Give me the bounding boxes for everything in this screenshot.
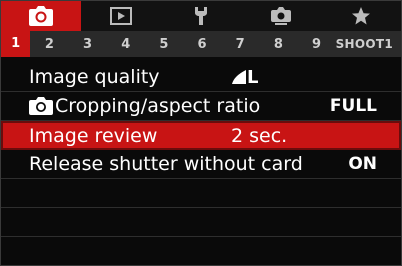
menu-item-image-review[interactable]: Image review 2 sec.	[1, 121, 401, 150]
menu-item-label: Release shutter without card	[29, 153, 303, 175]
page-tab-4[interactable]: 4	[107, 37, 145, 52]
page-tab-7[interactable]: 7	[221, 37, 259, 52]
menu-category-tabs	[1, 1, 401, 31]
tab-my-menu[interactable]	[321, 1, 401, 31]
menu-item-label: Image review	[29, 124, 158, 147]
camera-small-icon	[29, 97, 53, 115]
camera-menu-screen: 1 2 3 4 5 6 7 8 9 SHOOT1 Image quality L	[0, 0, 402, 266]
playback-icon	[110, 7, 132, 25]
tab-shooting[interactable]	[1, 1, 81, 31]
menu-item-value: 2 sec.	[231, 124, 288, 147]
page-label: SHOOT1	[335, 37, 394, 51]
page-tab-2[interactable]: 2	[30, 37, 68, 52]
menu-item-image-quality[interactable]: Image quality L	[1, 63, 401, 92]
menu-item-release-shutter-without-card[interactable]: Release shutter without card ON	[1, 150, 401, 179]
menu-item-label: Image quality	[29, 66, 160, 88]
page-tab-6[interactable]: 6	[183, 37, 221, 52]
camera-icon	[29, 6, 53, 26]
quality-large-fine-icon	[232, 70, 246, 84]
empty-row	[1, 208, 401, 237]
page-tab-3[interactable]: 3	[69, 37, 107, 52]
menu-item-cropping-aspect-ratio[interactable]: Cropping/aspect ratio FULL	[1, 92, 401, 121]
page-tab-9[interactable]: 9	[297, 37, 335, 52]
empty-row	[1, 179, 401, 208]
menu-item-label: Cropping/aspect ratio	[29, 95, 260, 117]
tab-playback[interactable]	[81, 1, 161, 31]
menu-item-value: FULL	[329, 96, 377, 116]
tab-setup[interactable]	[161, 1, 241, 31]
menu-page-tabs: 1 2 3 4 5 6 7 8 9 SHOOT1	[1, 31, 401, 57]
menu-item-value: L	[232, 67, 258, 88]
menu-item-value: ON	[348, 154, 377, 174]
custom-functions-icon	[271, 7, 291, 25]
page-tab-8[interactable]: 8	[259, 37, 297, 52]
star-icon	[352, 7, 370, 25]
page-tab-5[interactable]: 5	[145, 37, 183, 52]
menu-list: Image quality L Cropping/aspect ratio FU…	[1, 63, 401, 237]
tab-custom-functions[interactable]	[241, 1, 321, 31]
page-tab-1[interactable]: 1	[1, 31, 31, 57]
wrench-icon	[195, 7, 207, 25]
